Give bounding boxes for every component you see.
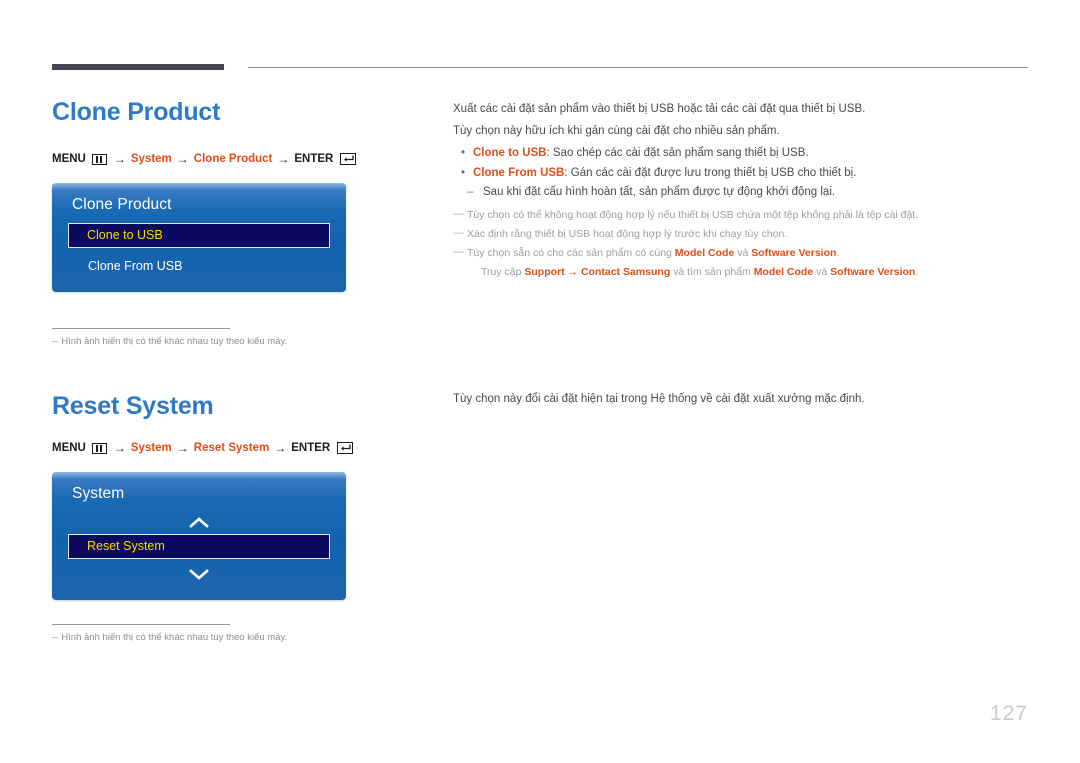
footnote-text: Hình ảnh hiển thị có thể khác nhau tùy t… bbox=[61, 632, 288, 643]
page-number: 127 bbox=[989, 702, 1028, 725]
note-dash: — bbox=[453, 208, 464, 220]
note-term-model-code-2: Model Code bbox=[753, 266, 814, 278]
clone-body-text: Xuất các cài đặt sản phẩm vào thiết bị U… bbox=[453, 99, 1033, 282]
bullet-text-clone-from-usb: : Gán các cài đặt được lưu trong thiết b… bbox=[564, 167, 857, 179]
note-arrow: → bbox=[564, 266, 581, 278]
breadcrumb-reset-system: MENU → System → Reset System → ENTER bbox=[52, 441, 432, 455]
note-line1-post: . bbox=[836, 247, 840, 259]
note-text: Xác định rằng thiết bị USB hoạt động hợp… bbox=[467, 228, 788, 240]
enter-icon bbox=[340, 153, 357, 165]
clone-paragraph-2: Tùy chọn này hữu ích khi gán cùng cài đặ… bbox=[453, 125, 780, 137]
clone-bullet-list: • Clone to USB: Sao chép các cài đặt sản… bbox=[453, 143, 1033, 183]
note-term-support: Support bbox=[524, 266, 565, 278]
bullet-text-clone-to-usb: : Sao chép các cài đặt sản phẩm sang thi… bbox=[546, 147, 809, 159]
list-item: • Clone to USB: Sao chép các cài đặt sản… bbox=[453, 143, 1033, 163]
header-rule-thin bbox=[248, 67, 1028, 68]
note-line1-pre: Tùy chọn sẵn có cho các sản phẩm có cùng bbox=[467, 247, 675, 259]
note-term-model-code: Model Code bbox=[674, 247, 735, 259]
osd-row-clone-from-usb[interactable]: Clone From USB bbox=[68, 255, 330, 278]
clone-osd-wrapper: Clone Product Clone to USB Clone From US… bbox=[52, 183, 432, 292]
clone-left-column: Clone Product bbox=[52, 98, 432, 127]
footnote-dash: – bbox=[52, 632, 58, 643]
reset-menu-path-row: MENU → System → Reset System → ENTER bbox=[52, 441, 432, 455]
path-arrow-2: → bbox=[176, 441, 189, 455]
menu-path-prefix: MENU bbox=[52, 442, 86, 454]
clone-footnote-block: – Hình ảnh hiển thị có thể khác nhau tùy … bbox=[52, 328, 432, 347]
list-item: • Clone From USB: Gán các cài đặt được l… bbox=[453, 163, 1033, 183]
clone-subnote: – Sau khi đặt cấu hình hoàn tất, sản phẩ… bbox=[463, 183, 1033, 202]
note-line2-mid2: và bbox=[813, 266, 831, 278]
chevron-up-icon[interactable] bbox=[52, 512, 346, 534]
reset-left-column: Reset System bbox=[52, 392, 432, 421]
note-line2-pre: Truy cập bbox=[481, 266, 525, 278]
note-line1-mid: và bbox=[734, 247, 752, 259]
osd-panel-clone-product: Clone Product Clone to USB Clone From US… bbox=[52, 183, 346, 292]
menu-path-prefix: MENU bbox=[52, 153, 86, 165]
note-term-software-version-2: Software Version bbox=[830, 266, 916, 278]
footnote-separator bbox=[52, 328, 230, 329]
clone-note-1: — Tùy chọn có thể không hoạt động hợp lý… bbox=[453, 206, 1033, 225]
note-dash: — bbox=[453, 246, 464, 258]
path-arrow-3: → bbox=[274, 441, 287, 455]
note-line-1: Tùy chọn sẵn có cho các sản phẩm có cùng… bbox=[467, 247, 839, 259]
bullet-term-clone-to-usb: Clone to USB bbox=[473, 147, 547, 159]
menu-path-suffix: ENTER bbox=[294, 153, 334, 165]
menu-path-step-system[interactable]: System bbox=[131, 153, 172, 165]
osd-row-reset-system[interactable]: Reset System bbox=[68, 534, 330, 559]
subnote-text: Sau khi đặt cấu hình hoàn tất, sản phẩm … bbox=[483, 186, 836, 198]
menu-path-step-reset-system[interactable]: Reset System bbox=[194, 442, 269, 454]
reset-osd-wrapper: System Reset System bbox=[52, 472, 432, 600]
path-arrow-1: → bbox=[113, 441, 126, 455]
path-arrow-3: → bbox=[277, 152, 290, 166]
footnote-dash: – bbox=[52, 336, 58, 347]
menu-path-step-clone-product[interactable]: Clone Product bbox=[194, 153, 273, 165]
osd-row-clone-to-usb[interactable]: Clone to USB bbox=[68, 223, 330, 248]
osd-title-system: System bbox=[72, 485, 125, 502]
bullet-dot: • bbox=[461, 167, 466, 179]
note-term-software-version: Software Version bbox=[751, 247, 837, 259]
enter-icon bbox=[337, 442, 354, 454]
breadcrumb-clone-product: MENU → System → Clone Product → ENTER bbox=[52, 152, 432, 166]
note-line2-post: . bbox=[915, 266, 919, 278]
menu-icon bbox=[91, 442, 107, 454]
header-rule bbox=[52, 64, 1028, 70]
clone-menu-path-row: MENU → System → Clone Product → ENTER bbox=[52, 152, 432, 166]
path-arrow-1: → bbox=[113, 152, 126, 166]
osd-panel-system: System Reset System bbox=[52, 472, 346, 600]
note-text: Tùy chọn có thể không hoạt động hợp lý n… bbox=[467, 209, 919, 221]
menu-path-suffix: ENTER bbox=[291, 442, 331, 454]
page-title-reset-system: Reset System bbox=[52, 392, 214, 420]
clone-note-2: — Xác định rằng thiết bị USB hoạt động h… bbox=[453, 225, 1033, 244]
bullet-term-clone-from-usb: Clone From USB bbox=[473, 167, 565, 179]
osd-title-clone-product: Clone Product bbox=[72, 196, 172, 213]
clone-note-model-version: — Tùy chọn sẵn có cho các sản phẩm có cù… bbox=[453, 244, 1033, 282]
footnote-clone-product: – Hình ảnh hiển thị có thể khác nhau tùy … bbox=[52, 336, 432, 347]
reset-footnote-block: – Hình ảnh hiển thị có thể khác nhau tùy … bbox=[52, 624, 432, 643]
menu-path-step-system[interactable]: System bbox=[131, 442, 172, 454]
page-title-clone-product: Clone Product bbox=[52, 98, 221, 126]
note-line-2: Truy cập Support → Contact Samsung và tì… bbox=[467, 263, 1033, 282]
path-arrow-2: → bbox=[176, 152, 189, 166]
note-dash: — bbox=[453, 227, 464, 239]
note-term-contact-samsung: Contact Samsung bbox=[580, 266, 671, 278]
clone-paragraph-1: Xuất các cài đặt sản phẩm vào thiết bị U… bbox=[453, 103, 866, 115]
section-reset-system: Reset System MENU → System → Reset Syste… bbox=[0, 0, 1080, 643]
chevron-down-icon[interactable] bbox=[52, 564, 346, 586]
menu-icon bbox=[91, 153, 107, 165]
subnote-dash: – bbox=[467, 186, 474, 198]
footnote-reset-system: – Hình ảnh hiển thị có thể khác nhau tùy … bbox=[52, 632, 432, 643]
reset-body-text: Tùy chọn này đổi cài đặt hiện tại trong … bbox=[453, 389, 1033, 411]
footnote-text: Hình ảnh hiển thị có thể khác nhau tùy t… bbox=[61, 336, 288, 347]
footnote-separator bbox=[52, 624, 230, 625]
reset-paragraph-1: Tùy chọn này đổi cài đặt hiện tại trong … bbox=[453, 393, 865, 405]
header-rule-thick bbox=[52, 64, 224, 70]
note-line2-mid: và tìm sản phẩm bbox=[670, 266, 754, 278]
bullet-dot: • bbox=[461, 147, 466, 159]
